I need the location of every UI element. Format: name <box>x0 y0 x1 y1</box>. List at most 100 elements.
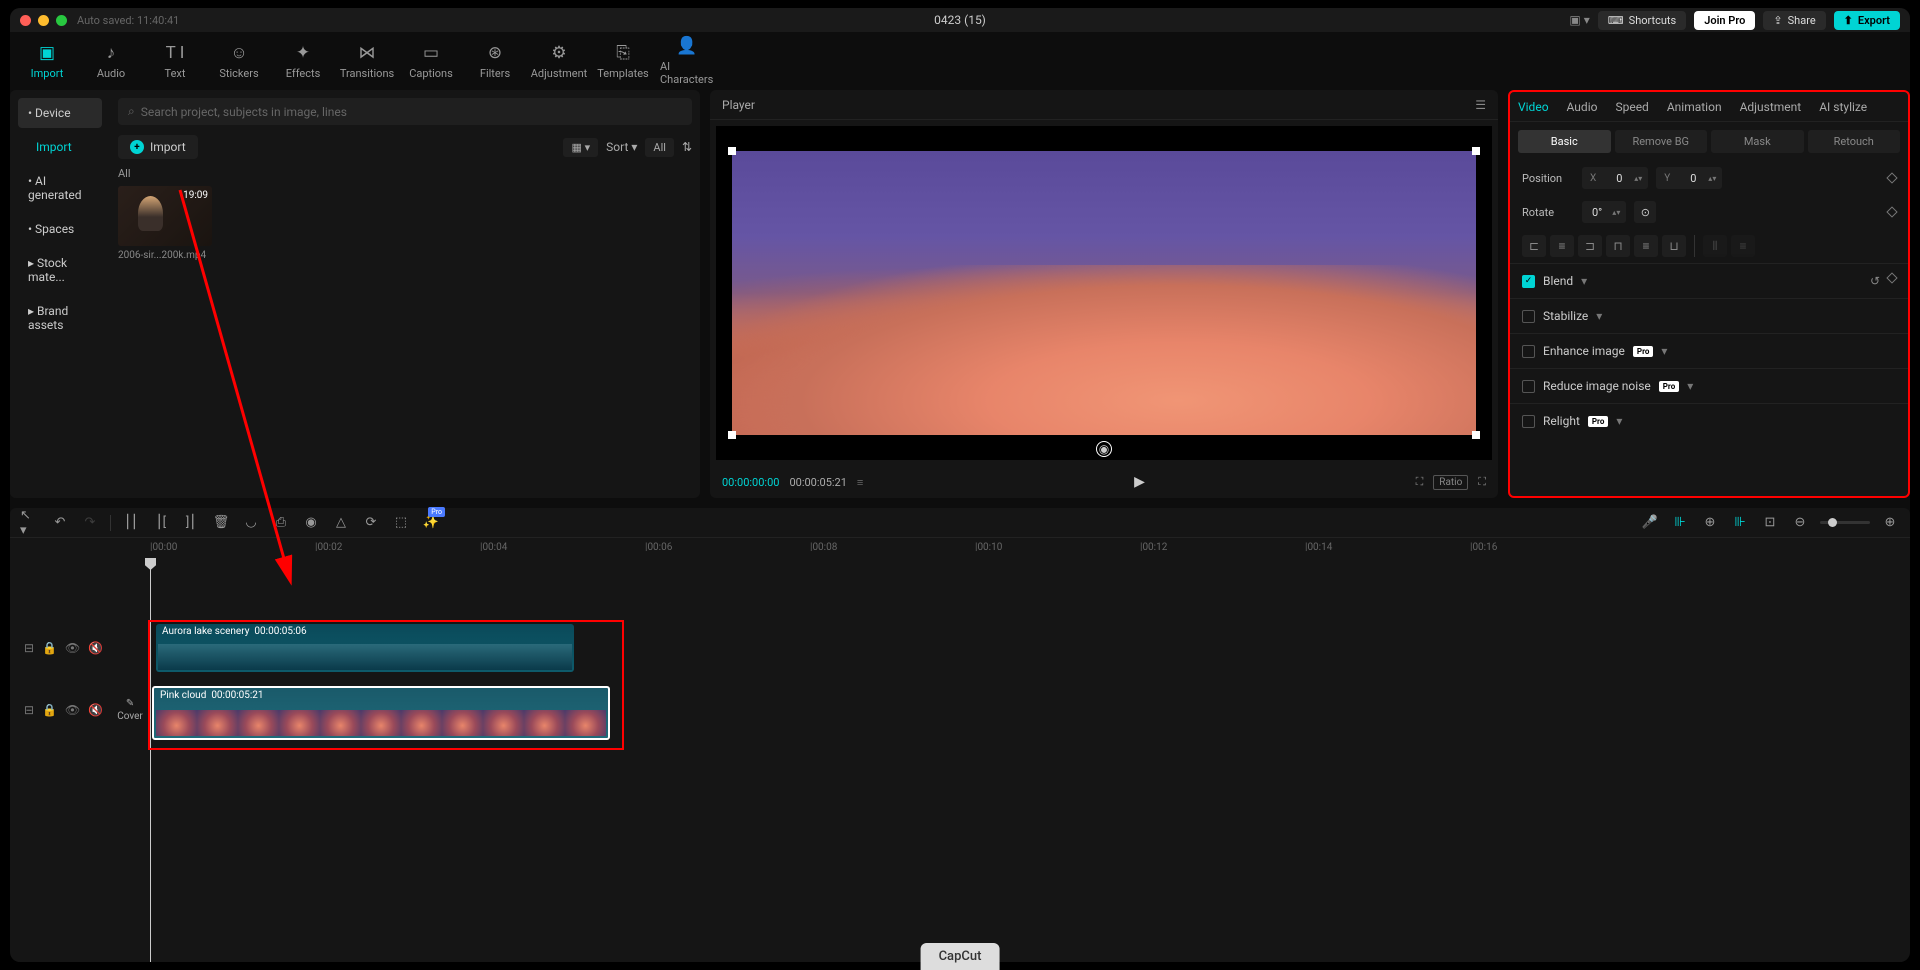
split-left-icon[interactable]: ⎮[ <box>151 513 171 533</box>
prop-tab-adjustment[interactable]: Adjustment <box>1740 100 1802 114</box>
prop-tab-animation[interactable]: Animation <box>1667 100 1722 114</box>
magnet-icon[interactable]: ⊪ <box>1730 513 1750 533</box>
minimize-window-icon[interactable] <box>38 15 49 26</box>
cursor-tool-icon[interactable]: ↖ ▾ <box>20 513 40 533</box>
subtab-retouch[interactable]: Retouch <box>1808 130 1901 153</box>
distribute-v-icon[interactable]: ≡ <box>1731 235 1755 257</box>
track-lock-icon[interactable]: 🔒 <box>42 703 57 717</box>
relight-row[interactable]: Relight Pro▾ <box>1510 403 1908 438</box>
zoom-slider[interactable] <box>1820 521 1870 524</box>
reset-icon[interactable]: ↺ <box>1870 274 1880 288</box>
stabilize-checkbox[interactable] <box>1522 310 1535 323</box>
subtab-basic[interactable]: Basic <box>1518 130 1611 153</box>
toolbar-adjustment[interactable]: ⚙Adjustment <box>532 43 586 80</box>
timeline-ruler[interactable]: |00:00|00:02|00:04|00:06|00:08|00:10|00:… <box>110 538 1910 558</box>
mic-icon[interactable]: 🎤 <box>1640 513 1660 533</box>
zoom-out-icon[interactable]: ⊖ <box>1790 513 1810 533</box>
video-track-2[interactable]: ⊟ 🔒 👁 🔇 Aurora lake scenery 00:00:05:06 <box>10 618 1910 678</box>
playhead[interactable] <box>150 558 151 962</box>
toolbar-filters[interactable]: ⊛Filters <box>468 43 522 80</box>
export-button[interactable]: ⬆Export <box>1834 11 1900 30</box>
track-collapse-icon[interactable]: ⊟ <box>24 641 34 655</box>
toolbar-text[interactable]: T IText <box>148 43 202 80</box>
preview-icon[interactable]: ⊡ <box>1760 513 1780 533</box>
sidebar-item[interactable]: ▸ Brand assets <box>18 296 102 340</box>
sidebar-item[interactable]: • AI generated <box>18 166 102 210</box>
timeline-tracks[interactable]: ⊟ 🔒 👁 🔇 Aurora lake scenery 00:00:05:06 … <box>10 558 1910 962</box>
cover-button[interactable]: ✎ Cover <box>117 698 143 722</box>
join-pro-button[interactable]: Join Pro <box>1694 11 1755 30</box>
align-vcenter-icon[interactable]: ≡ <box>1634 235 1658 257</box>
video-preview[interactable]: ◉ <box>716 126 1492 460</box>
prop-tab-ai-stylize[interactable]: AI stylize <box>1819 100 1867 114</box>
record-icon[interactable]: ◉ <box>301 513 321 533</box>
track-visible-icon[interactable]: 👁 <box>65 641 80 655</box>
split-icon[interactable]: ⎮⎮ <box>121 513 141 533</box>
ratio-button[interactable]: Ratio <box>1433 475 1468 490</box>
close-window-icon[interactable] <box>20 15 31 26</box>
split-right-icon[interactable]: ]⎮ <box>181 513 201 533</box>
redo-icon[interactable]: ↷ <box>80 513 100 533</box>
keyframe-icon[interactable] <box>1886 272 1897 283</box>
toolbar-effects[interactable]: ✦Effects <box>276 43 330 80</box>
ai-tool-icon[interactable]: ✨Pro <box>421 513 441 533</box>
rotate-input[interactable]: 0°▴▾ <box>1582 201 1626 223</box>
resize-handle-bl[interactable] <box>728 431 736 439</box>
blend-row[interactable]: ✓ Blend▾ ↺ <box>1510 263 1908 298</box>
import-button[interactable]: + Import <box>118 135 198 159</box>
undo-icon[interactable]: ↶ <box>50 513 70 533</box>
list-icon[interactable]: ≡ <box>857 476 863 489</box>
prop-tab-speed[interactable]: Speed <box>1615 100 1648 114</box>
toolbar-stickers[interactable]: ☺Stickers <box>212 43 266 80</box>
resize-handle-tl[interactable] <box>728 147 736 155</box>
noise-checkbox[interactable] <box>1522 380 1535 393</box>
play-button[interactable]: ▶ <box>1134 474 1145 490</box>
rotate-handle[interactable]: ◉ <box>1096 441 1112 457</box>
sidebar-item[interactable]: Import <box>18 132 102 162</box>
filter-all-button[interactable]: All <box>645 138 674 157</box>
keyframe-icon[interactable] <box>1886 172 1897 183</box>
toolbar-import[interactable]: ▣Import <box>20 43 74 80</box>
maximize-window-icon[interactable] <box>56 15 67 26</box>
sort-button[interactable]: Sort ▾ <box>606 140 637 154</box>
fullscreen-icon[interactable]: ⛶ <box>1478 475 1486 489</box>
keyframe-icon[interactable] <box>1886 206 1897 217</box>
align-left-icon[interactable]: ⊏ <box>1522 235 1546 257</box>
align-hcenter-icon[interactable]: ≡ <box>1550 235 1574 257</box>
prop-tab-video[interactable]: Video <box>1518 100 1549 114</box>
cut-icon[interactable]: ⎙ <box>271 513 291 533</box>
clip-pink-cloud[interactable]: Pink cloud 00:00:05:21 <box>152 686 610 740</box>
subtab-mask[interactable]: Mask <box>1711 130 1804 153</box>
layout-icon[interactable]: ▣ ▾ <box>1569 13 1589 27</box>
marker-icon[interactable]: ◡ <box>241 513 261 533</box>
toolbar-audio[interactable]: ♪Audio <box>84 43 138 80</box>
video-track-1[interactable]: ⊟ 🔒 👁 🔇 ✎ Cover Pink cloud 00:00:05:21 <box>10 680 1910 740</box>
position-x-input[interactable]: X0▴▾ <box>1582 167 1648 189</box>
player-menu-icon[interactable]: ☰ <box>1475 98 1486 112</box>
sidebar-item[interactable]: • Spaces <box>18 214 102 244</box>
enhance-row[interactable]: Enhance image Pro▾ <box>1510 333 1908 368</box>
align-top-icon[interactable]: ⊓ <box>1606 235 1630 257</box>
toolbar-captions[interactable]: ▭Captions <box>404 43 458 80</box>
filter-icon[interactable]: ⇅ <box>682 140 692 154</box>
media-thumbnail[interactable]: 19:09 2006-sir...200k.mp4 <box>118 186 212 261</box>
stabilize-row[interactable]: Stabilize▾ <box>1510 298 1908 333</box>
position-y-input[interactable]: Y0▴▾ <box>1656 167 1722 189</box>
align-right-icon[interactable]: ⊐ <box>1578 235 1602 257</box>
prop-tab-audio[interactable]: Audio <box>1567 100 1598 114</box>
track-mute-icon[interactable]: 🔇 <box>88 703 103 717</box>
link-icon[interactable]: ⊕ <box>1700 513 1720 533</box>
toolbar-transitions[interactable]: ⋈Transitions <box>340 43 394 80</box>
track-collapse-icon[interactable]: ⊟ <box>24 703 34 717</box>
track-visible-icon[interactable]: 👁 <box>65 703 80 717</box>
blend-checkbox[interactable]: ✓ <box>1522 275 1535 288</box>
sidebar-item[interactable]: ▸ Stock mate... <box>18 248 102 292</box>
resize-handle-tr[interactable] <box>1472 147 1480 155</box>
distribute-h-icon[interactable]: ⦀ <box>1703 235 1727 257</box>
resize-handle-br[interactable] <box>1472 431 1480 439</box>
enhance-checkbox[interactable] <box>1522 345 1535 358</box>
view-grid-icon[interactable]: ▦ ▾ <box>563 138 598 157</box>
rotate-icon[interactable]: ⟳ <box>361 513 381 533</box>
relight-checkbox[interactable] <box>1522 415 1535 428</box>
track-mute-icon[interactable]: 🔇 <box>88 641 103 655</box>
